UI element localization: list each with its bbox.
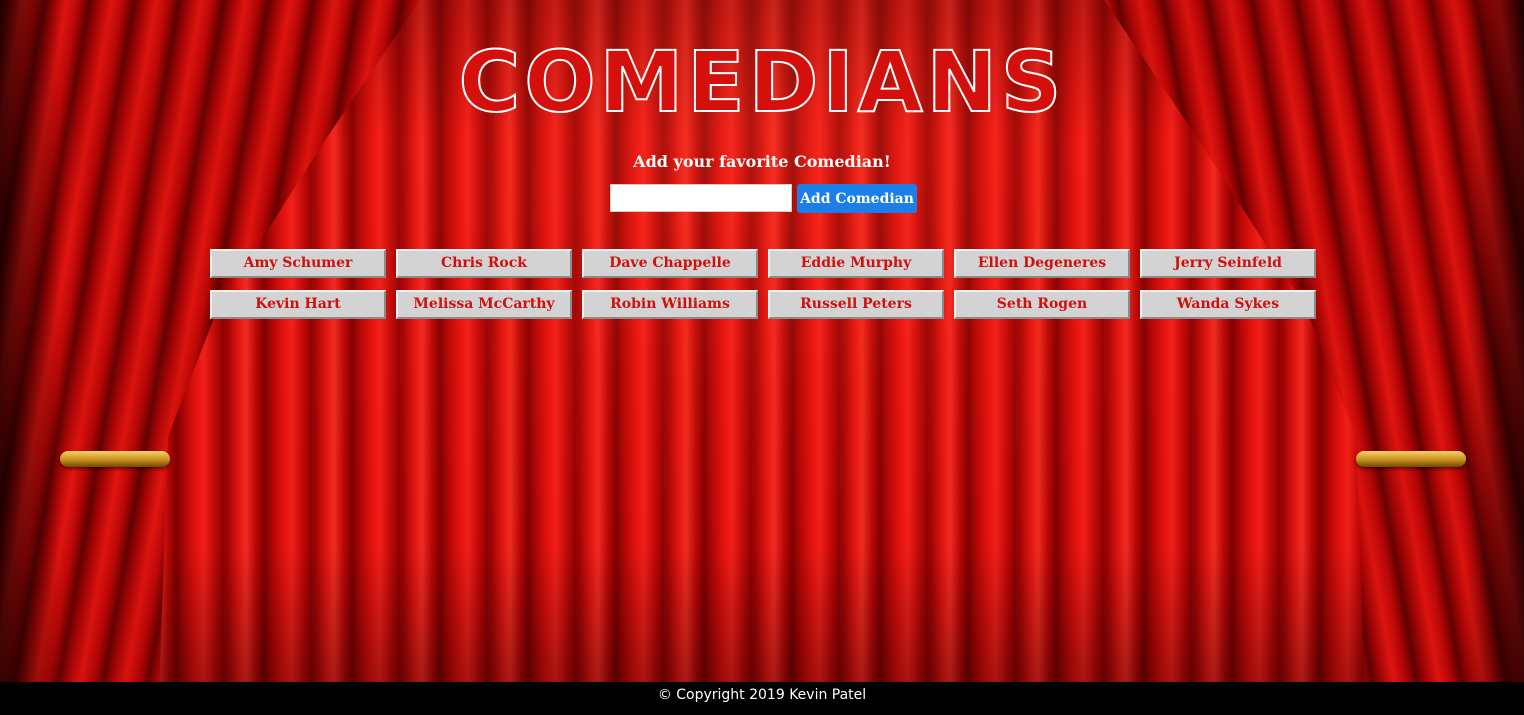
right-curtain-tieback (1356, 451, 1466, 467)
comedian-button[interactable]: Ellen Degeneres (954, 249, 1130, 278)
comedian-button[interactable]: Kevin Hart (210, 290, 386, 319)
comedian-button-grid: Amy Schumer Chris Rock Dave Chappelle Ed… (210, 249, 1320, 319)
comedian-button[interactable]: Russell Peters (768, 290, 944, 319)
page-title: COMEDIANS (458, 32, 1066, 132)
comedian-button[interactable]: Seth Rogen (954, 290, 1130, 319)
add-comedian-form: Add Comedian (610, 184, 920, 214)
comedian-button[interactable]: Eddie Murphy (768, 249, 944, 278)
add-comedian-prompt: Add your favorite Comedian! (633, 152, 891, 171)
add-comedian-button[interactable]: Add Comedian (797, 184, 917, 213)
copyright-text: © Copyright 2019 Kevin Patel (657, 687, 867, 703)
comedian-name-input[interactable] (610, 184, 792, 212)
comedian-button[interactable]: Chris Rock (396, 249, 572, 278)
comedian-button[interactable]: Amy Schumer (210, 249, 386, 278)
footer: © Copyright 2019 Kevin Patel (0, 682, 1524, 715)
comedian-button[interactable]: Robin Williams (582, 290, 758, 319)
comedian-button[interactable]: Jerry Seinfeld (1140, 249, 1316, 278)
left-curtain-tieback (60, 451, 170, 467)
comedian-button[interactable]: Melissa McCarthy (396, 290, 572, 319)
comedian-button[interactable]: Dave Chappelle (582, 249, 758, 278)
comedian-button[interactable]: Wanda Sykes (1140, 290, 1316, 319)
